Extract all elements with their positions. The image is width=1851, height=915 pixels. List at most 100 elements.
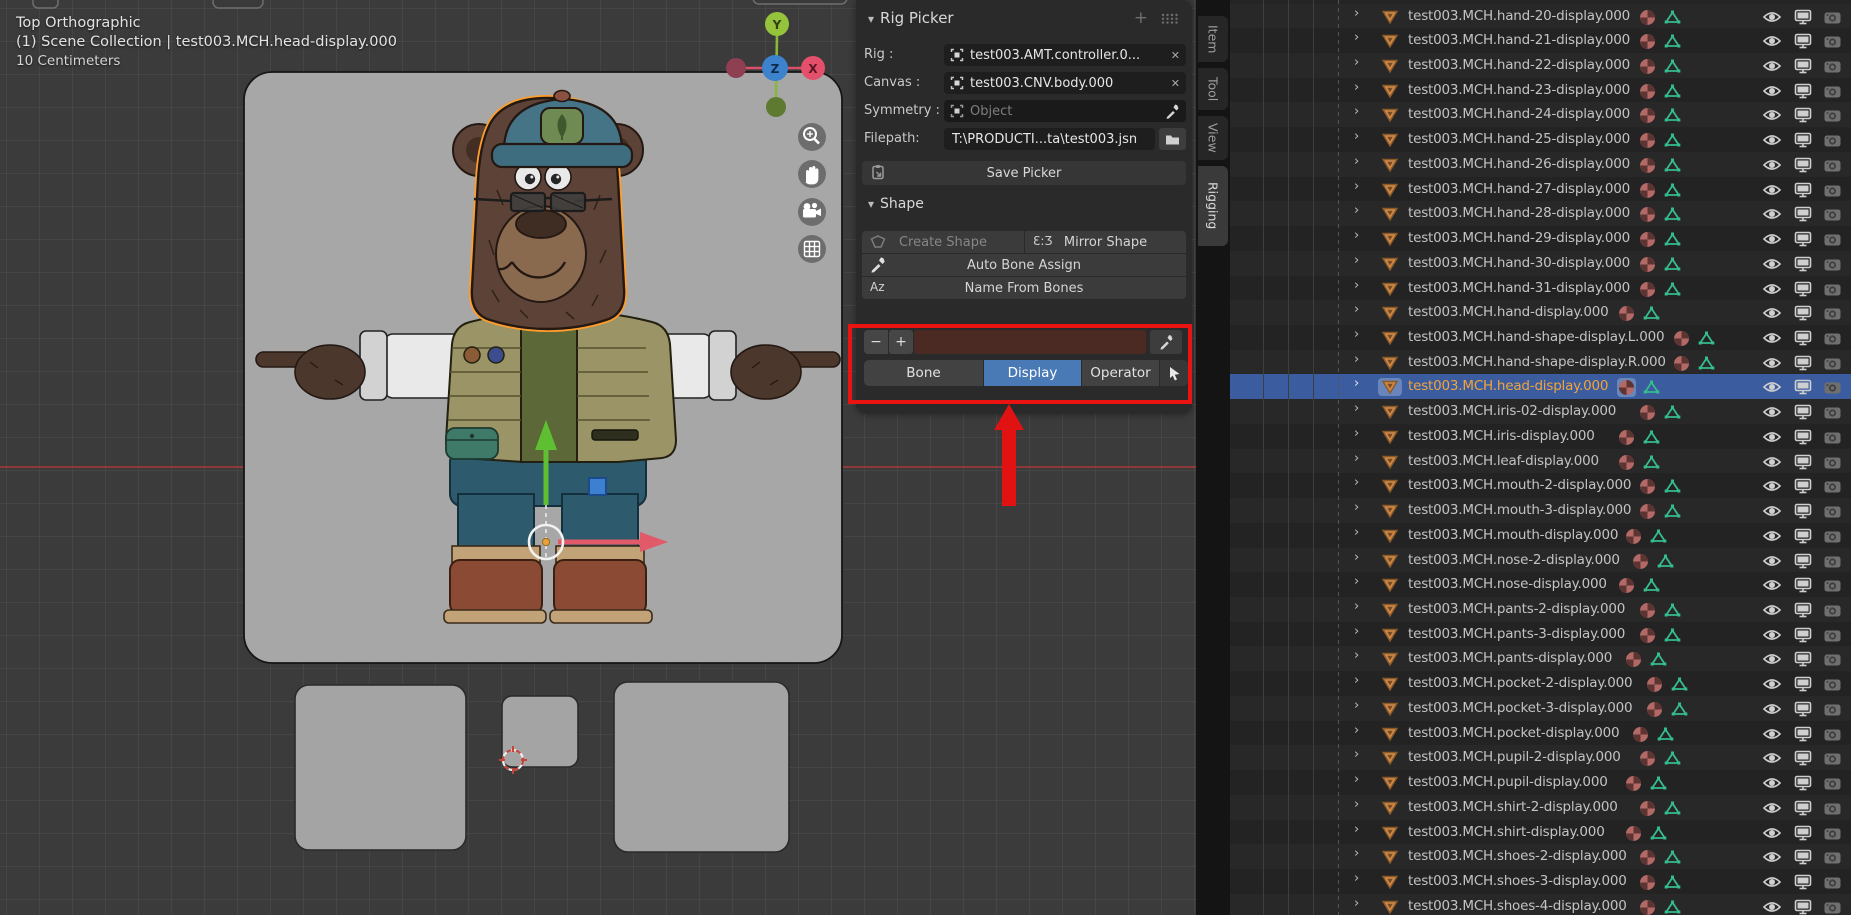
- outliner-row[interactable]: › test003.MCH.hand-31-display.000: [1230, 276, 1851, 301]
- camera-icon[interactable]: [1824, 307, 1841, 320]
- screen-icon[interactable]: [1794, 874, 1812, 890]
- outliner-row[interactable]: › test003.MCH.hand-display.000: [1230, 300, 1851, 325]
- expand-chevron-icon[interactable]: ›: [1354, 129, 1370, 144]
- screen-icon[interactable]: [1794, 825, 1812, 841]
- expand-chevron-icon[interactable]: ›: [1354, 648, 1370, 663]
- outliner-row[interactable]: › test003.MCH.head-display.000: [1230, 374, 1851, 399]
- camera-icon[interactable]: [1824, 35, 1841, 48]
- object-name[interactable]: test003.MCH.hand-21-display.000: [1408, 32, 1630, 48]
- expand-chevron-icon[interactable]: ›: [1354, 871, 1370, 886]
- tab-tool[interactable]: Tool: [1198, 68, 1228, 110]
- camera-icon[interactable]: [1824, 406, 1841, 419]
- eye-icon[interactable]: [1762, 702, 1782, 716]
- camera-icon[interactable]: [1824, 505, 1841, 518]
- object-name[interactable]: test003.MCH.nose-2-display.000: [1408, 552, 1620, 568]
- screen-icon[interactable]: [1794, 478, 1812, 494]
- eye-icon[interactable]: [1762, 628, 1782, 642]
- expand-chevron-icon[interactable]: ›: [1354, 797, 1370, 812]
- camera-icon[interactable]: [1824, 703, 1841, 716]
- object-name[interactable]: test003.MCH.shoes-3-display.000: [1408, 873, 1627, 889]
- camera-icon[interactable]: [1824, 85, 1841, 98]
- tab-item[interactable]: Item: [1198, 16, 1228, 62]
- expand-chevron-icon[interactable]: ›: [1354, 846, 1370, 861]
- add-button[interactable]: +: [889, 330, 913, 354]
- eye-icon[interactable]: [1762, 455, 1782, 469]
- picker-sub-boxes[interactable]: [295, 682, 789, 852]
- screen-icon[interactable]: [1794, 206, 1812, 222]
- eye-icon[interactable]: [1762, 504, 1782, 518]
- screen-icon[interactable]: [1794, 503, 1812, 519]
- camera-icon[interactable]: [1824, 456, 1841, 469]
- expand-chevron-icon[interactable]: ›: [1354, 426, 1370, 441]
- outliner-row[interactable]: › test003.MCH.leaf-display.000: [1230, 449, 1851, 474]
- panel-header[interactable]: ▾Rig Picker: [868, 9, 954, 27]
- screen-icon[interactable]: [1794, 404, 1812, 420]
- eye-icon[interactable]: [1762, 356, 1782, 370]
- camera-icon[interactable]: [1824, 184, 1841, 197]
- outliner-row[interactable]: › test003.MCH.pocket-3-display.000: [1230, 696, 1851, 721]
- object-name[interactable]: test003.MCH.mouth-3-display.000: [1408, 502, 1631, 518]
- expand-chevron-icon[interactable]: ›: [1354, 253, 1370, 268]
- outliner-row[interactable]: › test003.MCH.hand-shape-display.L.000: [1230, 325, 1851, 350]
- object-name[interactable]: test003.MCH.nose-display.000: [1408, 576, 1607, 592]
- camera-icon[interactable]: [1824, 530, 1841, 543]
- expand-chevron-icon[interactable]: ›: [1354, 475, 1370, 490]
- screen-icon[interactable]: [1794, 726, 1812, 742]
- outliner-row[interactable]: › test003.MCH.hand-22-display.000: [1230, 53, 1851, 78]
- expand-chevron-icon[interactable]: ›: [1354, 525, 1370, 540]
- axis-negy-ball[interactable]: [766, 97, 786, 117]
- camera-icon[interactable]: [1824, 109, 1841, 122]
- object-name[interactable]: test003.MCH.head-display.000: [1408, 378, 1608, 394]
- expand-chevron-icon[interactable]: ›: [1354, 376, 1370, 391]
- object-name[interactable]: test003.MCH.hand-22-display.000: [1408, 57, 1630, 73]
- object-name[interactable]: test003.MCH.hand-29-display.000: [1408, 230, 1630, 246]
- eye-icon[interactable]: [1762, 207, 1782, 221]
- camera-icon[interactable]: [1824, 728, 1841, 741]
- screen-icon[interactable]: [1794, 627, 1812, 643]
- panel-add-icon[interactable]: +: [1134, 8, 1148, 28]
- object-name[interactable]: test003.MCH.hand-display.000: [1408, 304, 1609, 320]
- object-name[interactable]: test003.MCH.pants-display.000: [1408, 650, 1612, 666]
- outliner-row[interactable]: › test003.MCH.hand-23-display.000: [1230, 78, 1851, 103]
- eye-icon[interactable]: [1762, 10, 1782, 24]
- outliner-row[interactable]: › test003.MCH.nose-display.000: [1230, 572, 1851, 597]
- eye-icon[interactable]: [1762, 232, 1782, 246]
- expand-chevron-icon[interactable]: ›: [1354, 327, 1370, 342]
- color-swatch[interactable]: [914, 330, 1146, 354]
- object-name[interactable]: test003.MCH.iris-02-display.000: [1408, 403, 1616, 419]
- eye-icon[interactable]: [1762, 850, 1782, 864]
- camera-icon[interactable]: [1824, 876, 1841, 889]
- shape-section-header[interactable]: ▾Shape: [868, 196, 924, 212]
- camera-icon[interactable]: [1824, 827, 1841, 840]
- screen-icon[interactable]: [1794, 528, 1812, 544]
- camera-icon[interactable]: [1824, 480, 1841, 493]
- expand-chevron-icon[interactable]: ›: [1354, 228, 1370, 243]
- browse-folder-button[interactable]: [1159, 128, 1186, 150]
- expand-chevron-icon[interactable]: ›: [1354, 599, 1370, 614]
- screen-icon[interactable]: [1794, 58, 1812, 74]
- clear-icon[interactable]: ✕: [1171, 49, 1180, 62]
- expand-chevron-icon[interactable]: ›: [1354, 624, 1370, 639]
- tab-rigging[interactable]: Rigging: [1198, 166, 1228, 246]
- screen-icon[interactable]: [1794, 355, 1812, 371]
- outliner-row[interactable]: › test003.MCH.hand-28-display.000: [1230, 201, 1851, 226]
- camera-icon[interactable]: [1824, 258, 1841, 271]
- auto-bone-assign-button[interactable]: Auto Bone Assign: [862, 254, 1186, 276]
- camera-icon[interactable]: [1824, 555, 1841, 568]
- camera-icon[interactable]: [1824, 802, 1841, 815]
- eye-icon[interactable]: [1762, 900, 1782, 914]
- mirror-shape-button[interactable]: Ɛ:Ʒ Mirror Shape: [1025, 231, 1186, 253]
- screen-icon[interactable]: [1794, 305, 1812, 321]
- outliner-row[interactable]: › test003.MCH.shirt-2-display.000: [1230, 795, 1851, 820]
- screen-icon[interactable]: [1794, 429, 1812, 445]
- screen-icon[interactable]: [1794, 281, 1812, 297]
- object-name[interactable]: test003.MCH.shirt-display.000: [1408, 824, 1605, 840]
- object-name[interactable]: test003.MCH.hand-shape-display.R.000: [1408, 354, 1666, 370]
- outliner-row[interactable]: › test003.MCH.hand-shape-display.R.000: [1230, 350, 1851, 375]
- eyedropper-button[interactable]: [1150, 330, 1182, 354]
- expand-chevron-icon[interactable]: ›: [1354, 352, 1370, 367]
- object-name[interactable]: test003.MCH.hand-20-display.000: [1408, 8, 1630, 24]
- screen-icon[interactable]: [1794, 83, 1812, 99]
- expand-chevron-icon[interactable]: ›: [1354, 203, 1370, 218]
- camera-icon[interactable]: [1824, 752, 1841, 765]
